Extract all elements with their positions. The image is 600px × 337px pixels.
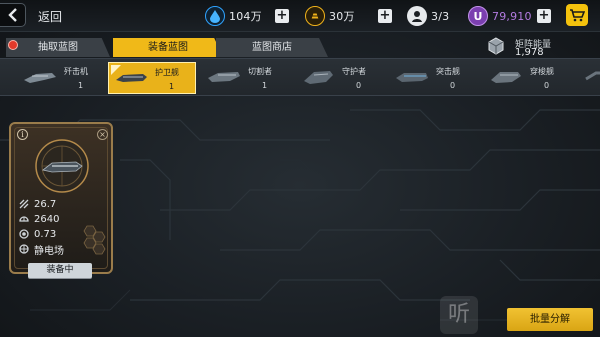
ship-item-guardian[interactable]: 守护者 0 xyxy=(296,62,384,94)
ore-resource: 30万 xyxy=(305,5,355,27)
speed-icon xyxy=(19,199,29,209)
ship-item-shuttle[interactable]: 穿梭舰 0 xyxy=(484,62,572,94)
crystal-resource: 104万 xyxy=(205,5,262,27)
stat-armor: 2640 xyxy=(19,213,59,225)
ship-thumbnail-icon xyxy=(585,71,600,81)
ship-name: 歼击机 xyxy=(64,67,88,76)
stat-shield: 0.73 xyxy=(19,228,56,240)
ship-name: 突击舰 xyxy=(436,67,460,76)
ship-name: 守护者 xyxy=(342,67,366,76)
speed-value: 26.7 xyxy=(34,198,57,210)
static-field-icon xyxy=(19,244,29,254)
shield-icon xyxy=(19,229,29,239)
ship-count: 1 xyxy=(169,82,175,91)
cart-icon xyxy=(570,9,585,22)
pilot-value: 3/3 xyxy=(431,9,450,23)
close-button[interactable]: × xyxy=(97,129,108,140)
stat-speed: 26.7 xyxy=(19,198,56,210)
crystal-value: 104万 xyxy=(229,10,262,23)
bulk-decompose-button[interactable]: 批量分解 xyxy=(507,308,593,331)
ship-item-frigate[interactable]: 护卫舰 1 xyxy=(108,62,196,94)
frigate-blueprint-icon xyxy=(35,139,89,193)
watermark-logo: 听 xyxy=(440,296,478,334)
ore-value: 30万 xyxy=(329,10,355,23)
ship-item-assault[interactable]: 突击舰 0 xyxy=(390,62,478,94)
shield-value: 0.73 xyxy=(34,228,57,240)
guardian-ship-icon xyxy=(304,71,333,84)
ship-name: 切割者 xyxy=(248,67,272,76)
premium-resource: U 79,910 xyxy=(468,5,532,27)
armor-value: 2640 xyxy=(34,213,60,225)
add-ore-button[interactable]: + xyxy=(378,9,392,23)
stat-static-field: 静电场 xyxy=(19,243,64,257)
ship-count: 1 xyxy=(78,81,84,90)
back-button[interactable] xyxy=(0,3,26,27)
cutter-ship-icon xyxy=(208,72,240,82)
static-field-value: 静电场 xyxy=(34,245,64,257)
premium-currency-icon: U xyxy=(468,6,488,26)
tab-equip-blueprint[interactable]: 装备蓝图 xyxy=(113,38,223,57)
ship-count: 1 xyxy=(262,81,268,90)
ship-item-fighter[interactable]: 歼击机 1 xyxy=(18,62,106,94)
fighter-ship-icon xyxy=(24,73,56,83)
ship-category-strip: 歼击机 1 护卫舰 1 切割者 1 守护者 0 突击舰 0 穿梭舰 0 xyxy=(0,58,600,96)
ship-count: 0 xyxy=(356,81,362,90)
crystal-icon xyxy=(205,6,225,26)
matrix-energy-icon xyxy=(488,37,504,55)
add-premium-button[interactable]: + xyxy=(537,9,551,23)
notification-badge xyxy=(8,40,18,50)
frigate-ship-icon xyxy=(116,74,147,82)
add-crystal-button[interactable]: + xyxy=(275,9,289,23)
tab-draw-blueprint[interactable]: 抽取蓝图 xyxy=(6,38,110,57)
pilot-resource: 3/3 xyxy=(407,5,449,27)
matrix-energy-value: 1,978 xyxy=(515,47,544,58)
chevron-left-icon xyxy=(7,8,17,22)
ore-icon xyxy=(305,6,325,26)
top-bar: 返回 104万 + 30万 + 3/3 U 79,910 + xyxy=(0,0,600,32)
assault-ship-icon xyxy=(396,73,428,82)
info-button[interactable]: i xyxy=(17,129,28,140)
shuttle-ship-icon xyxy=(491,72,521,83)
armor-icon xyxy=(19,216,29,222)
hex-decoration xyxy=(83,225,106,255)
pilot-icon xyxy=(407,6,427,26)
equipped-button[interactable]: 装备中 xyxy=(28,263,92,278)
premium-value: 79,910 xyxy=(492,9,532,23)
ship-item-partial[interactable] xyxy=(578,62,600,94)
ship-count: 0 xyxy=(544,81,550,90)
tab-blueprint-shop[interactable]: 蓝图商店 xyxy=(216,38,328,57)
blueprint-card[interactable]: i × 26.7 2640 0.73 静电场 xyxy=(9,122,113,274)
shop-cart-button[interactable] xyxy=(566,4,588,26)
ship-count: 0 xyxy=(450,81,456,90)
back-label: 返回 xyxy=(38,10,63,24)
ship-name: 护卫舰 xyxy=(155,68,179,77)
ship-item-cutter[interactable]: 切割者 1 xyxy=(202,62,290,94)
ship-name: 穿梭舰 xyxy=(530,67,554,76)
